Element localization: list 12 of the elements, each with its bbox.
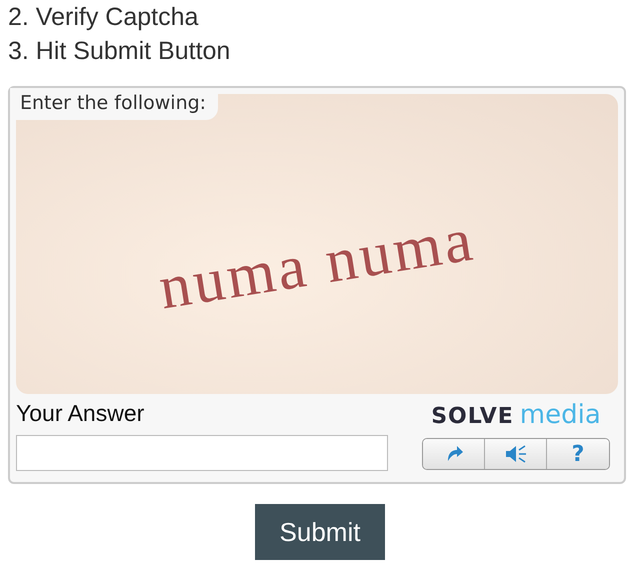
speaker-icon [504,444,526,464]
reload-button[interactable] [423,439,485,469]
logo-text: SOLVE [431,404,514,429]
instruction-step: 2. Verify Captcha [8,0,632,34]
logo-text: media [520,400,601,430]
prompt-label: Enter the following: [10,88,218,120]
instruction-step: 3. Hit Submit Button [8,34,632,68]
audio-button[interactable] [485,439,547,469]
submit-button[interactable]: Submit [255,504,385,560]
answer-field[interactable] [16,435,388,471]
answer-label: Your Answer [16,400,146,427]
captcha-text: numa numa [154,204,480,324]
